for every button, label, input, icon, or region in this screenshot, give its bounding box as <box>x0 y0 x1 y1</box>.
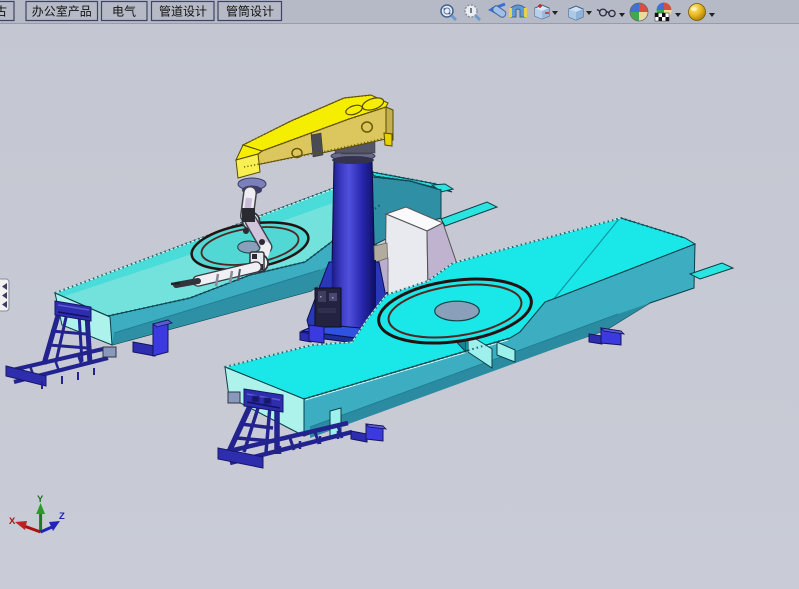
svg-text:古: 古 <box>0 4 7 19</box>
svg-text:X: X <box>9 516 16 527</box>
svg-text:管道设计: 管道设计 <box>159 4 207 19</box>
svg-text:管筒设计: 管筒设计 <box>226 4 274 19</box>
svg-text:办公室产品: 办公室产品 <box>32 4 92 19</box>
svg-text:Y: Y <box>37 494 44 505</box>
svg-text:电气: 电气 <box>112 4 136 19</box>
svg-text:Z: Z <box>59 511 65 522</box>
